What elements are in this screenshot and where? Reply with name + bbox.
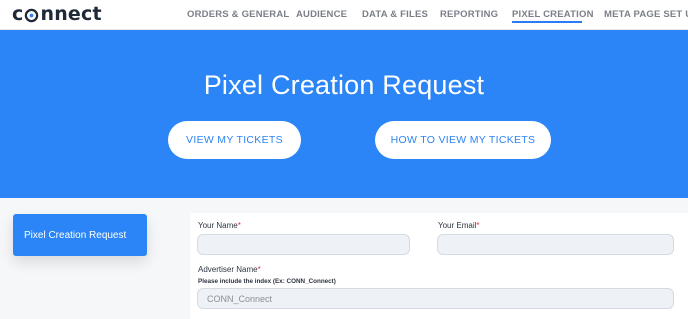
your-name-label-text: Your Name bbox=[198, 221, 238, 230]
page-title: Pixel Creation Request bbox=[203, 70, 485, 100]
required-mark: * bbox=[237, 221, 241, 230]
top-navigation-bar: c nnect ORDERS & GENERAL AUDIENCE DATA &… bbox=[0, 0, 688, 30]
required-mark: * bbox=[476, 221, 480, 230]
your-email-field[interactable] bbox=[437, 234, 674, 255]
nav-audience[interactable]: AUDIENCE bbox=[296, 9, 347, 20]
nav-pixel-creation[interactable]: PIXEL CREATION bbox=[512, 9, 594, 20]
nav-orders-general[interactable]: ORDERS & GENERAL bbox=[187, 9, 289, 20]
nav-reporting[interactable]: REPORTING bbox=[440, 9, 498, 20]
sidebar-item-pixel-creation-request[interactable]: Pixel Creation Request bbox=[13, 214, 147, 256]
how-to-view-my-tickets-button[interactable]: HOW TO VIEW MY TICKETS bbox=[375, 121, 551, 159]
view-my-tickets-button[interactable]: VIEW MY TICKETS bbox=[168, 121, 301, 159]
pixel-request-form: Your Name* Your Email* Advertiser Name* … bbox=[190, 213, 688, 319]
your-name-field[interactable] bbox=[197, 234, 410, 255]
active-nav-underline bbox=[512, 21, 582, 23]
nav-data-files[interactable]: DATA & FILES bbox=[362, 9, 428, 20]
your-name-label: Your Name* bbox=[198, 221, 241, 230]
advertiser-name-hint: Please include the index (Ex: CONN_Conne… bbox=[198, 278, 336, 285]
nav-meta-page-setup[interactable]: META PAGE SET UP bbox=[604, 9, 688, 20]
hero-banner: Pixel Creation Request VIEW MY TICKETS H… bbox=[0, 30, 688, 198]
advertiser-name-label: Advertiser Name* bbox=[198, 265, 261, 274]
advertiser-name-field[interactable]: CONN_Connect bbox=[197, 288, 674, 309]
your-email-label: Your Email* bbox=[438, 221, 480, 230]
your-email-label-text: Your Email bbox=[438, 221, 477, 230]
main-nav: ORDERS & GENERAL AUDIENCE DATA & FILES R… bbox=[0, 9, 688, 23]
required-mark: * bbox=[257, 265, 261, 274]
advertiser-name-label-text: Advertiser Name bbox=[198, 265, 258, 274]
